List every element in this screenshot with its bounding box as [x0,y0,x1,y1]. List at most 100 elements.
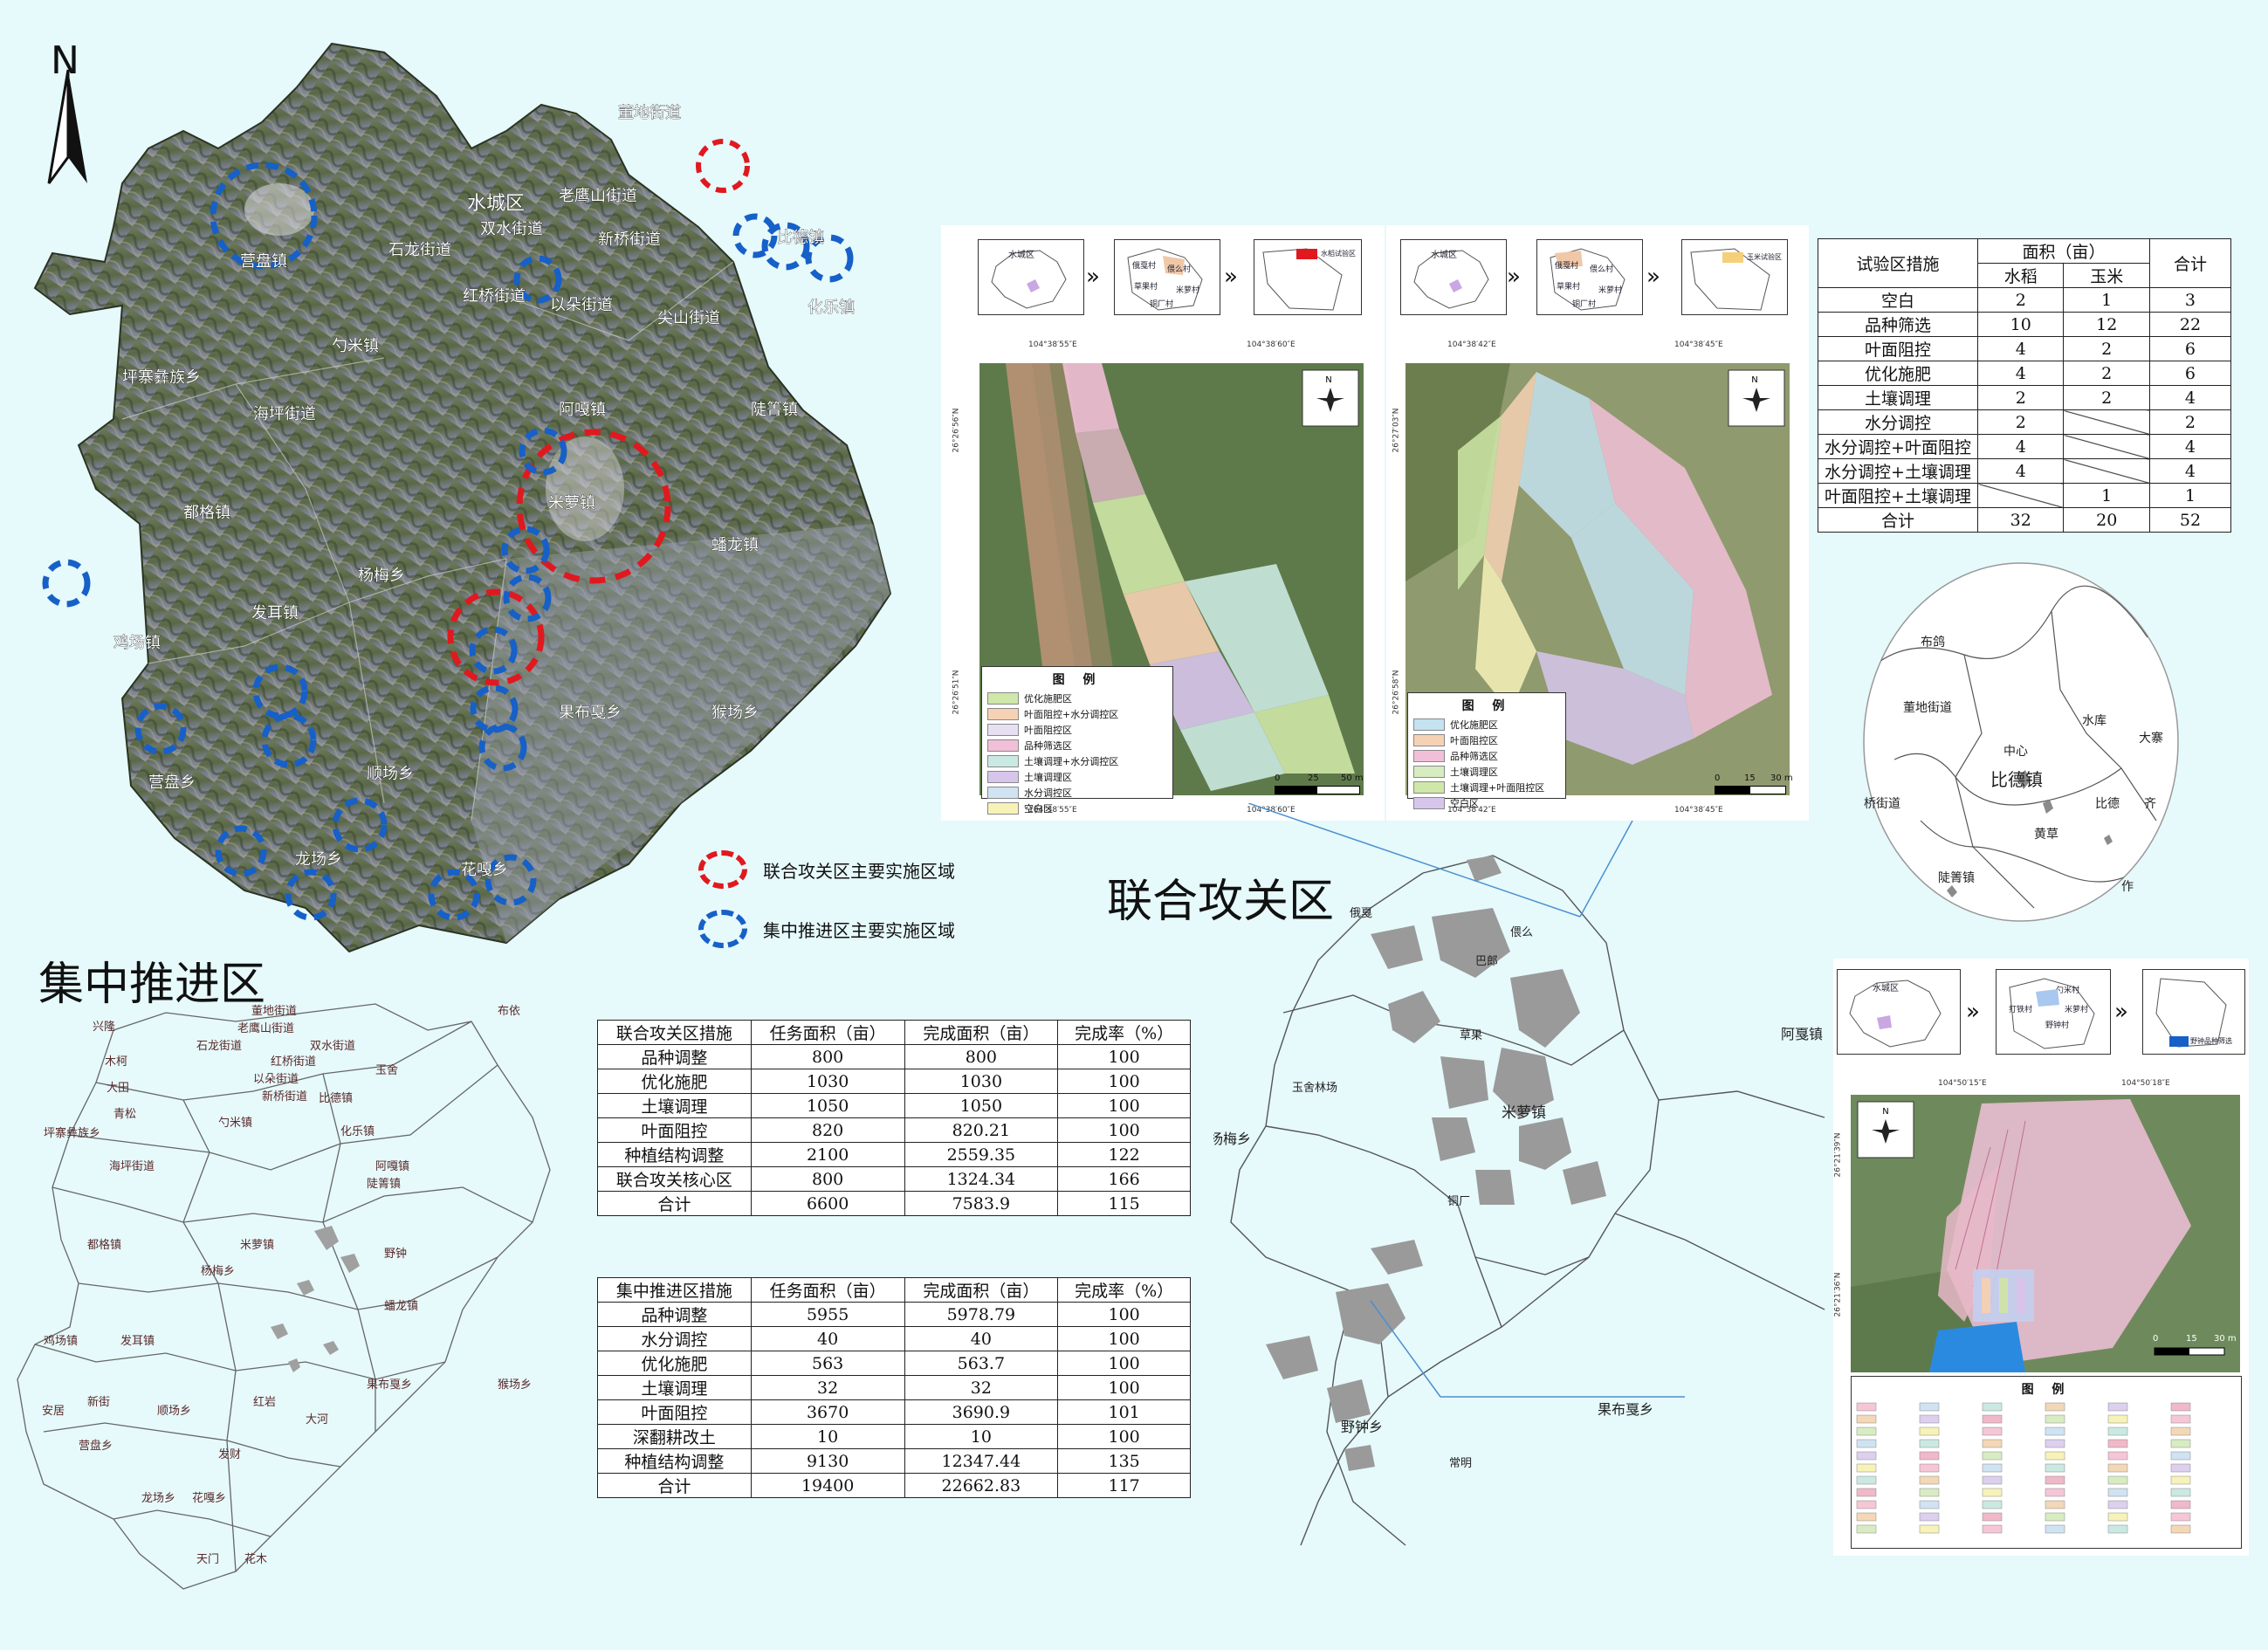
table-header-cell: 集中推进区措施 [597,1277,752,1303]
sat-label: 营盘乡 [148,773,196,792]
variety-swatch [2107,1475,2128,1485]
table-cell: 40 [750,1326,905,1351]
legend-label: 品种筛选区 [1450,751,1498,762]
central-map-label: 石龙街道 [196,1040,242,1053]
variety-swatch [2107,1488,2128,1497]
sat-label: 石龙街道 [388,241,451,259]
central-map-label: 顺场乡 [157,1405,191,1418]
sat-label: 阿嘎镇 [559,401,606,419]
variety-swatch [2170,1500,2191,1509]
table-cell: 1050 [904,1093,1059,1118]
table-cell: 800 [750,1044,905,1069]
rice-trial-swatch [1296,249,1317,259]
table-cell [2063,409,2150,435]
north-label: N [51,38,79,83]
table-cell: 10 [904,1424,1059,1449]
variety-swatch [1982,1475,2003,1485]
table-row: 空白 2 1 3 [1818,287,2232,313]
table-cell: 4 [2148,385,2232,410]
corn-coord: 104°38′42″E [1447,340,1496,349]
variety-swatch [1919,1500,1940,1509]
rice-coord: 104°38′55″E [1028,340,1077,349]
variety-swatch [2045,1414,2065,1424]
table-row: 叶面阻控 820 820.21 100 [597,1117,1191,1143]
table-row: 土壤调理 32 32 100 [597,1375,1191,1400]
legend-label: 叶面阻控区 [1024,725,1072,736]
table-row: 深翻耕改土 10 10 100 [597,1424,1191,1449]
table-cell: 820.21 [904,1117,1059,1143]
rice-coord: 26°26′56″N [952,408,961,453]
circle-label: 董地街道 [1903,701,1952,715]
variety-swatch [2045,1439,2065,1448]
variety-swatch [2107,1439,2128,1448]
table-cell [1976,483,2065,508]
central-map-label: 红岩 [253,1395,276,1409]
sat-label: 新桥街道 [598,230,661,249]
rice-l2d: 米萝村 [1176,286,1200,295]
variety-trial-swatch [2169,1036,2189,1047]
arrow-icon: » [1507,264,1521,290]
legend-label: 叶面阻控区 [1450,735,1498,746]
variety-l2c: 米萝村 [2065,1006,2089,1014]
red-ring-icon [698,850,747,889]
variety-swatch [2170,1427,2191,1436]
variety-coord: 26°21′39″N [1833,1132,1843,1178]
central-map-label: 新桥街道 [262,1090,307,1103]
table-header-cell: 联合攻关区措施 [597,1020,752,1045]
circle-label: 黄草 [2034,827,2058,842]
table-cell: 3690.9 [904,1399,1059,1425]
rice-locator-town: 俄戛村 偎么村 草果村 米萝村 铜厂村 [1114,239,1220,315]
variety-legend: 图 例 [1851,1376,2242,1549]
table-cell: 2 [2063,361,2150,386]
variety-swatch [2045,1475,2065,1485]
sat-label: 杨梅乡 [358,567,405,585]
central-map-label: 蟠龙镇 [384,1300,418,1313]
variety-l3: 野钟品种筛选 [2190,1037,2232,1045]
table-cell: 4 [1976,361,2065,386]
table-cell: 水分调控 [597,1326,752,1351]
variety-trial-panel: 水城区 » 勺米村 打铁村 米萝村 野钟村 » 野钟品种筛选 104°50′15… [1833,959,2249,1556]
legend-item: 水分调控区 [987,786,1167,800]
table-cell: 3670 [750,1399,905,1425]
table-cell: 115 [1057,1191,1191,1216]
table-cell: 叶面阻控 [597,1117,752,1143]
table-row: 品种调整 800 800 100 [597,1044,1191,1069]
table-header-cell: 任务面积（亩） [750,1277,905,1303]
variety-swatch [2045,1488,2065,1497]
table-cell: 1 [2063,287,2150,313]
table-row: 土壤调理 1050 1050 100 [597,1093,1191,1118]
table-cell: 土壤调理 [597,1093,752,1118]
table-cell: 9130 [750,1448,905,1474]
variety-swatch [2170,1402,2191,1412]
joint-map-label: 野钟乡 [1341,1419,1383,1435]
variety-swatch [2170,1488,2191,1497]
table-cell: 5978.79 [904,1302,1059,1327]
table-cell: 100 [1057,1093,1191,1118]
legend-item: 优化施肥区 [1413,718,1560,732]
legend-swatch [987,771,1019,783]
variety-swatch [1982,1402,2003,1412]
table-cell [2063,458,2150,484]
bide-town-circle-map: 布鸽 董地街道 中心 比德镇 水库 大寨 桥街道 黄草 陡箐镇 比德 齐 作 [1863,562,2179,922]
variety-swatch [1982,1524,2003,1534]
corn-scale-a: 0 [1715,773,1721,783]
legend-item: 叶面阻控区 [987,723,1167,737]
svg-text:N: N [1882,1107,1888,1117]
circle-label: 布鸽 [1921,635,1945,650]
rice-trial-panel: 水城区 » 俄戛村 偎么村 草果村 米萝村 铜厂村 » 水稻试验区 104°38… [941,225,1385,821]
table-cell: 22662.83 [904,1473,1059,1498]
table-cell: 117 [1057,1473,1191,1498]
variety-scale-a: 0 [2153,1334,2159,1344]
sat-label: 双水街道 [480,220,543,238]
table-cell: 19400 [750,1473,905,1498]
rice-scale-b: 25 [1308,773,1319,783]
central-map-label: 鸡场镇 [44,1334,78,1348]
table-cell: 优化施肥 [1818,361,1978,386]
table-row: 叶面阻控 3670 3690.9 101 [597,1399,1191,1425]
central-map-label: 猴场乡 [498,1378,532,1392]
joint-map-label: 铜厂 [1447,1195,1470,1208]
variety-swatch [1982,1488,2003,1497]
circle-label: 桥街道 [1864,797,1900,811]
rice-l2b: 偎么村 [1167,265,1192,274]
table-cell: 种植结构调整 [597,1448,752,1474]
